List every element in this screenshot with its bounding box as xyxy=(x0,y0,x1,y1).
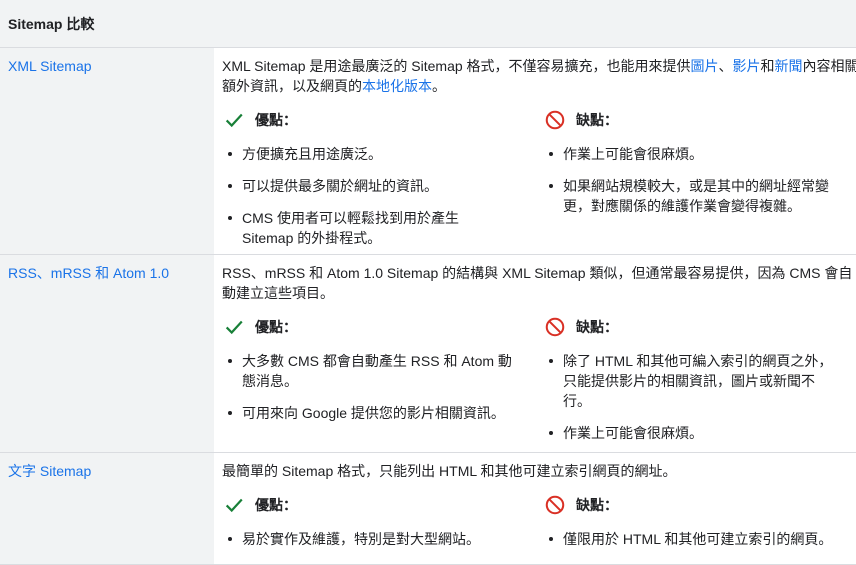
pros-title: 優點： xyxy=(255,112,297,128)
row-label-link[interactable]: RSS、mRSS 和 Atom 1.0 xyxy=(8,265,169,281)
table-row-rss: RSS、mRSS 和 Atom 1.0 RSS、mRSS 和 Atom 1.0 … xyxy=(0,255,856,453)
pros-list: 方便擴充且用途廣泛。 可以提供最多關於網址的資訊。 CMS 使用者可以輕鬆找到用… xyxy=(222,144,543,248)
pros-list: 大多數 CMS 都會自動產生 RSS 和 Atom 動態消息。 可用來向 Goo… xyxy=(222,351,543,423)
no-entry-icon xyxy=(545,110,565,130)
cons-list: 作業上可能會很麻煩。 如果網站規模較大，或是其中的網址經常變更，對應關係的維護作… xyxy=(543,144,856,216)
pros-column: 優點： 易於實作及維護，特別是對大型網站。 xyxy=(222,493,543,549)
cons-column: 缺點： 僅限用於 HTML 和其他可建立索引的網頁。 xyxy=(543,493,856,549)
list-item: 大多數 CMS 都會自動產生 RSS 和 Atom 動態消息。 xyxy=(222,351,522,391)
list-item: 僅限用於 HTML 和其他可建立索引的網頁。 xyxy=(543,529,856,549)
pros-title: 優點： xyxy=(255,497,297,513)
pros-heading: 優點： xyxy=(222,493,543,517)
row-description: XML Sitemap 是用途最廣泛的 Sitemap 格式，不僅容易擴充，也能… xyxy=(222,56,856,96)
news-link[interactable]: 新聞 xyxy=(775,58,803,74)
pros-column: 優點： 方便擴充且用途廣泛。 可以提供最多關於網址的資訊。 CMS 使用者可以輕… xyxy=(222,108,543,248)
row-label-rss[interactable]: RSS、mRSS 和 Atom 1.0 xyxy=(0,255,214,452)
list-item: 可以提供最多關於網址的資訊。 xyxy=(222,176,543,196)
check-icon xyxy=(225,320,243,335)
desc-text: XML Sitemap 是用途最廣泛的 Sitemap 格式，不僅容易擴充，也能… xyxy=(222,58,691,74)
row-body: 最簡單的 Sitemap 格式，只能列出 HTML 和其他可建立索引網頁的網址。… xyxy=(214,453,856,564)
list-item: 方便擴充且用途廣泛。 xyxy=(222,144,543,164)
desc-text: 和 xyxy=(760,58,775,74)
list-item: 易於實作及維護，特別是對大型網站。 xyxy=(222,529,543,549)
pros-column: 優點： 大多數 CMS 都會自動產生 RSS 和 Atom 動態消息。 可用來向… xyxy=(222,315,543,443)
cons-title: 缺點： xyxy=(576,497,618,513)
table-title: Sitemap 比較 xyxy=(8,16,95,32)
cons-heading: 缺點： xyxy=(543,315,856,339)
row-body: XML Sitemap 是用途最廣泛的 Sitemap 格式，不僅容易擴充，也能… xyxy=(214,48,856,254)
pros-cons: 優點： 易於實作及維護，特別是對大型網站。 缺點： 僅限用於 HTML 和其他可… xyxy=(222,493,856,549)
row-label-text-sitemap[interactable]: 文字 Sitemap xyxy=(0,453,214,564)
list-item: 作業上可能會很麻煩。 xyxy=(543,144,856,164)
sitemap-comparison-table: Sitemap 比較 XML Sitemap XML Sitemap 是用途最廣… xyxy=(0,0,856,565)
list-item: 除了 HTML 和其他可編入索引的網頁之外，只能提供影片的相關資訊，圖片或新聞不… xyxy=(543,351,833,411)
localized-versions-link[interactable]: 本地化版本 xyxy=(362,78,432,94)
pros-cons: 優點： 方便擴充且用途廣泛。 可以提供最多關於網址的資訊。 CMS 使用者可以輕… xyxy=(222,108,856,248)
cons-heading: 缺點： xyxy=(543,493,856,517)
pros-cons: 優點： 大多數 CMS 都會自動產生 RSS 和 Atom 動態消息。 可用來向… xyxy=(222,315,856,443)
row-description: RSS、mRSS 和 Atom 1.0 Sitemap 的結構與 XML Sit… xyxy=(222,265,853,301)
list-item: 如果網站規模較大，或是其中的網址經常變更，對應關係的維護作業會變得複雜。 xyxy=(543,176,833,216)
pros-list: 易於實作及維護，特別是對大型網站。 xyxy=(222,529,543,549)
videos-link[interactable]: 影片 xyxy=(733,58,761,74)
table-header: Sitemap 比較 xyxy=(0,0,856,48)
no-entry-icon xyxy=(545,495,565,515)
row-body: RSS、mRSS 和 Atom 1.0 Sitemap 的結構與 XML Sit… xyxy=(214,255,856,452)
table-row-xml: XML Sitemap XML Sitemap 是用途最廣泛的 Sitemap … xyxy=(0,48,856,255)
cons-heading: 缺點： xyxy=(543,108,856,132)
list-item: 可用來向 Google 提供您的影片相關資訊。 xyxy=(222,403,543,423)
list-item: CMS 使用者可以輕鬆找到用於產生 Sitemap 的外掛程式。 xyxy=(222,208,512,248)
cons-column: 缺點： 作業上可能會很麻煩。 如果網站規模較大，或是其中的網址經常變更，對應關係… xyxy=(543,108,856,248)
desc-text: 。 xyxy=(432,78,446,94)
pros-heading: 優點： xyxy=(222,315,543,339)
row-label-xml-sitemap[interactable]: XML Sitemap xyxy=(0,48,214,254)
cons-list: 僅限用於 HTML 和其他可建立索引的網頁。 xyxy=(543,529,856,549)
no-entry-icon xyxy=(545,317,565,337)
cons-title: 缺點： xyxy=(576,112,618,128)
row-label-link[interactable]: XML Sitemap xyxy=(8,58,92,74)
list-item: 作業上可能會很麻煩。 xyxy=(543,423,856,443)
cons-list: 除了 HTML 和其他可編入索引的網頁之外，只能提供影片的相關資訊，圖片或新聞不… xyxy=(543,351,856,443)
cons-title: 缺點： xyxy=(576,319,618,335)
images-link[interactable]: 圖片 xyxy=(691,58,719,74)
pros-title: 優點： xyxy=(255,319,297,335)
row-description: 最簡單的 Sitemap 格式，只能列出 HTML 和其他可建立索引網頁的網址。 xyxy=(222,463,677,479)
pros-heading: 優點： xyxy=(222,108,543,132)
cons-column: 缺點： 除了 HTML 和其他可編入索引的網頁之外，只能提供影片的相關資訊，圖片… xyxy=(543,315,856,443)
check-icon xyxy=(225,498,243,513)
table-row-text: 文字 Sitemap 最簡單的 Sitemap 格式，只能列出 HTML 和其他… xyxy=(0,453,856,565)
check-icon xyxy=(225,113,243,128)
desc-text: 、 xyxy=(718,58,733,74)
row-label-link[interactable]: 文字 Sitemap xyxy=(8,463,91,479)
